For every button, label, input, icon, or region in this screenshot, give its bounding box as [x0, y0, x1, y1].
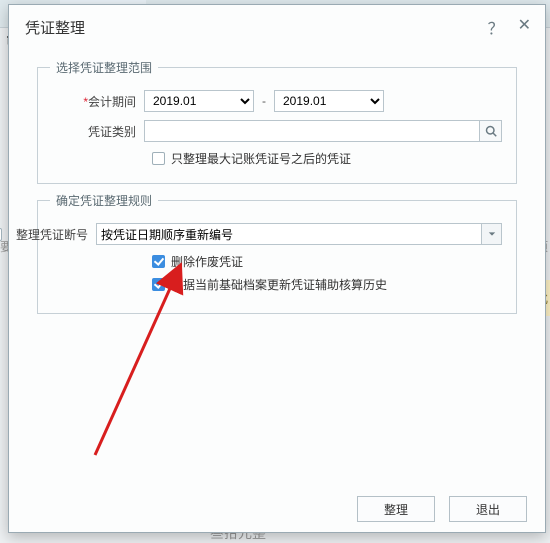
delete-void-checkbox[interactable]	[152, 255, 165, 268]
renumber-checkbox[interactable]	[0, 228, 2, 241]
legend-range: 选择凭证整理范围	[50, 59, 158, 76]
search-icon[interactable]	[480, 120, 502, 142]
period-from-select[interactable]: 2019.01	[144, 90, 254, 112]
only-after-max-label: 只整理最大记账凭证号之后的凭证	[171, 150, 351, 167]
update-aux-history-label: 根据当前基础档案更新凭证辅助核算历史	[171, 276, 387, 293]
label-type: 凭证类别	[52, 123, 144, 140]
legend-rules: 确定凭证整理规则	[50, 192, 158, 209]
close-icon[interactable]: ✕	[518, 15, 531, 39]
delete-void-label: 删除作废凭证	[171, 253, 243, 270]
dialog-title: 凭证整理	[25, 17, 85, 38]
organize-button[interactable]: 整理	[357, 496, 435, 522]
exit-button[interactable]: 退出	[449, 496, 527, 522]
period-to-select[interactable]: 2019.01	[274, 90, 384, 112]
voucher-organize-dialog: 凭证整理 ？ ✕ 选择凭证整理范围 *会计期间 2019.01 - 2019.0…	[8, 4, 546, 533]
only-after-max-checkbox[interactable]	[152, 152, 165, 165]
fieldset-range: 选择凭证整理范围 *会计期间 2019.01 - 2019.01 凭证类别 只整…	[37, 67, 517, 184]
chevron-down-icon[interactable]	[482, 223, 502, 245]
voucher-type-input[interactable]	[144, 120, 480, 142]
label-renumber: 整理凭证断号	[10, 226, 96, 243]
dash: -	[262, 94, 266, 108]
label-period: *会计期间	[52, 93, 144, 110]
renumber-rule-combo[interactable]	[96, 223, 482, 245]
update-aux-history-checkbox[interactable]	[152, 278, 165, 291]
help-icon[interactable]: ？	[488, 15, 504, 39]
fieldset-rules: 确定凭证整理规则 整理凭证断号 删除作废凭证 根据当前基础档案更新凭证辅助核算历…	[37, 200, 517, 314]
